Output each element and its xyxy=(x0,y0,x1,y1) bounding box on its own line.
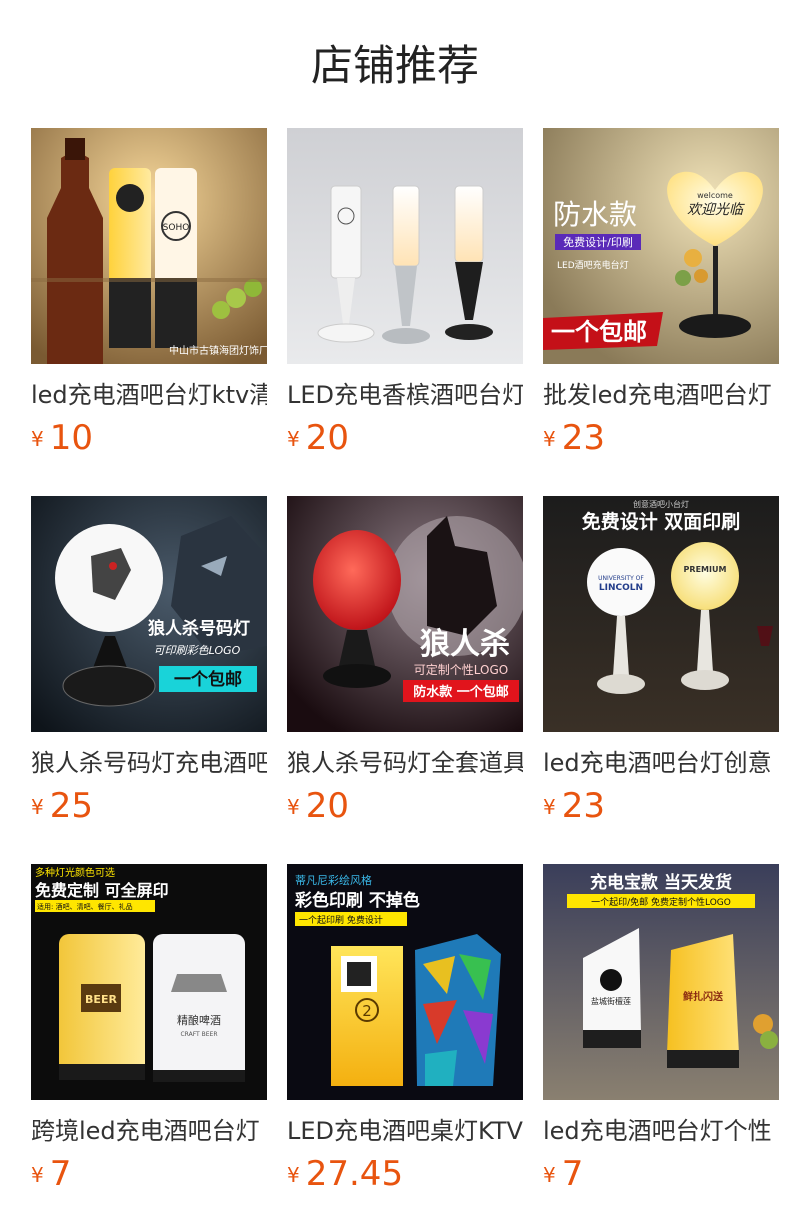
promo-banner: 防水款 一个包邮 xyxy=(413,684,509,700)
price-value: 20 xyxy=(305,418,349,458)
price-value: 7 xyxy=(561,1154,584,1194)
currency-symbol: ¥ xyxy=(287,1163,300,1187)
product-card[interactable]: welcome 欢迎光临 防水款 免费设计/印刷 LED酒吧充电台灯 一个包邮 … xyxy=(543,128,779,468)
product-price: ¥25 xyxy=(31,783,93,829)
currency-symbol: ¥ xyxy=(31,795,44,819)
price-value: 23 xyxy=(561,418,605,458)
price-value: 25 xyxy=(49,786,93,826)
price-value: 20 xyxy=(305,786,349,826)
lamp-logo-text: SOHO xyxy=(163,223,190,233)
shade-small-text: welcome xyxy=(697,191,733,200)
table-number: 2 xyxy=(362,1002,372,1020)
promo-headline: 防水款 xyxy=(553,198,637,231)
product-card[interactable]: LED充电香槟酒吧台灯 ¥20 xyxy=(287,128,523,468)
product-price: ¥20 xyxy=(287,783,349,829)
product-name[interactable]: LED充电香槟酒吧台灯 xyxy=(287,377,523,413)
currency-symbol: ¥ xyxy=(31,427,44,451)
watermark: 中山市古镇海团灯饰厂 xyxy=(169,344,267,357)
currency-symbol: ¥ xyxy=(543,1163,556,1187)
lamp-photo-7: 多种灯光颜色可选 免费定制 可全屏印 适用: 酒吧、清吧、餐厅、礼品 BEER … xyxy=(31,864,267,1100)
promo-sub: 可定制个性LOGO xyxy=(414,662,508,677)
promo-sub: 适用: 酒吧、清吧、餐厅、礼品 xyxy=(37,902,133,911)
promo-sub: 一个起印/免邮 免费定制个性LOGO xyxy=(591,896,731,908)
badge-right: 鲜扎闪送 xyxy=(683,990,724,1003)
price-value: 7 xyxy=(49,1154,72,1194)
product-card[interactable]: 多种灯光颜色可选 免费定制 可全屏印 适用: 酒吧、清吧、餐厅、礼品 BEER … xyxy=(31,864,267,1204)
product-name[interactable]: led充电酒吧台灯ktv清吧 xyxy=(31,377,267,413)
promo-headline: 免费定制 可全屏印 xyxy=(35,881,169,900)
product-price: ¥10 xyxy=(31,415,93,461)
badge-left: 盐城街檀莲 xyxy=(591,996,631,1006)
product-price: ¥27.45 xyxy=(287,1151,403,1197)
product-card[interactable]: 狼人杀号码灯 可印刷彩色LOGO 一个包邮 狼人杀号码灯充电酒吧 ¥25 xyxy=(31,496,267,836)
badge-right: PREMIUM xyxy=(684,565,727,574)
product-name[interactable]: led充电酒吧台灯个性 xyxy=(543,1113,779,1149)
product-price: ¥7 xyxy=(543,1151,583,1197)
promo-top: 多种灯光颜色可选 xyxy=(35,866,115,879)
price-value: 10 xyxy=(49,418,93,458)
currency-symbol: ¥ xyxy=(287,427,300,451)
promo-top: 创意酒吧小台灯 xyxy=(633,499,689,509)
lamp-photo-8: 蒂凡尼彩绘风格 彩色印刷 不掉色 一个起印刷 免费设计 2 xyxy=(287,864,523,1100)
promo-headline: 充电宝款 当天发货 xyxy=(590,872,732,893)
product-price: ¥23 xyxy=(543,783,605,829)
promo-top: 蒂凡尼彩绘风格 xyxy=(295,873,372,887)
product-card[interactable]: 狼人杀 可定制个性LOGO 防水款 一个包邮 狼人杀号码灯全套道具 ¥20 xyxy=(287,496,523,836)
product-image[interactable] xyxy=(287,128,523,364)
price-value: 23 xyxy=(561,786,605,826)
currency-symbol: ¥ xyxy=(543,795,556,819)
product-card[interactable]: 蒂凡尼彩绘风格 彩色印刷 不掉色 一个起印刷 免费设计 2 LED充电酒吧桌灯K… xyxy=(287,864,523,1204)
product-card[interactable]: 充电宝款 当天发货 一个起印/免邮 免费定制个性LOGO 盐城街檀莲 鲜扎闪送 … xyxy=(543,864,779,1204)
badge-small: UNIVERSITY OF xyxy=(598,575,644,582)
product-image[interactable]: 多种灯光颜色可选 免费定制 可全屏印 适用: 酒吧、清吧、餐厅、礼品 BEER … xyxy=(31,864,267,1100)
section-title: 店铺推荐 xyxy=(310,41,479,90)
product-image[interactable]: welcome 欢迎光临 防水款 免费设计/印刷 LED酒吧充电台灯 一个包邮 xyxy=(543,128,779,364)
promo-sub: 免费设计/印刷 xyxy=(563,235,633,249)
lamp-photo-5: 狼人杀 可定制个性LOGO 防水款 一个包邮 xyxy=(287,496,523,732)
product-name[interactable]: LED充电酒吧桌灯KTV xyxy=(287,1113,523,1149)
product-name[interactable]: 狼人杀号码灯全套道具 xyxy=(287,745,523,781)
badge-right: 精酿啤酒 xyxy=(177,1013,221,1027)
product-price: ¥20 xyxy=(287,415,349,461)
currency-symbol: ¥ xyxy=(31,1163,44,1187)
price-value: 27.45 xyxy=(305,1154,404,1194)
product-card[interactable]: 创意酒吧小台灯 免费设计 双面印刷 UNIVERSITY OF LINCOLN … xyxy=(543,496,779,836)
badge-left: BEER xyxy=(85,993,117,1006)
lamp-photo-3: welcome 欢迎光临 防水款 免费设计/印刷 LED酒吧充电台灯 一个包邮 xyxy=(543,128,779,364)
promo-headline: 彩色印刷 不掉色 xyxy=(294,890,420,911)
promo-line: LED酒吧充电台灯 xyxy=(557,259,629,271)
product-image[interactable]: 创意酒吧小台灯 免费设计 双面印刷 UNIVERSITY OF LINCOLN … xyxy=(543,496,779,732)
lamp-photo-9: 充电宝款 当天发货 一个起印/免邮 免费定制个性LOGO 盐城街檀莲 鲜扎闪送 xyxy=(543,864,779,1100)
product-name[interactable]: 狼人杀号码灯充电酒吧 xyxy=(31,745,267,781)
promo-headline: 免费设计 双面印刷 xyxy=(582,510,741,533)
product-image[interactable]: SOHO 中山市古镇海团灯饰厂 xyxy=(31,128,267,364)
lamp-photo-2 xyxy=(287,128,523,364)
product-price: ¥23 xyxy=(543,415,605,461)
product-name[interactable]: 批发led充电酒吧台灯 xyxy=(543,377,779,413)
promo-headline: 狼人杀 xyxy=(420,627,510,662)
badge-left: LINCOLN xyxy=(599,583,643,593)
promo-banner: 一个包邮 xyxy=(174,669,242,690)
promo-headline: 狼人杀号码灯 xyxy=(148,618,250,639)
currency-symbol: ¥ xyxy=(287,795,300,819)
product-image[interactable]: 充电宝款 当天发货 一个起印/免邮 免费定制个性LOGO 盐城街檀莲 鲜扎闪送 xyxy=(543,864,779,1100)
product-card[interactable]: SOHO 中山市古镇海团灯饰厂 led充电酒吧台灯ktv清吧 ¥10 xyxy=(31,128,267,468)
product-image[interactable]: 狼人杀 可定制个性LOGO 防水款 一个包邮 xyxy=(287,496,523,732)
promo-sub: 可印刷彩色LOGO xyxy=(154,644,241,657)
product-price: ¥7 xyxy=(31,1151,71,1197)
badge-right-sub: CRAFT BEER xyxy=(180,1031,217,1038)
lamp-photo-4: 狼人杀号码灯 可印刷彩色LOGO 一个包邮 xyxy=(31,496,267,732)
shade-text: 欢迎光临 xyxy=(687,202,745,218)
product-image[interactable]: 蒂凡尼彩绘风格 彩色印刷 不掉色 一个起印刷 免费设计 2 xyxy=(287,864,523,1100)
product-name[interactable]: led充电酒吧台灯创意 xyxy=(543,745,779,781)
promo-banner: 一个包邮 xyxy=(551,318,647,346)
lamp-photo-6: 创意酒吧小台灯 免费设计 双面印刷 UNIVERSITY OF LINCOLN … xyxy=(543,496,779,732)
lamp-photo-1: SOHO 中山市古镇海团灯饰厂 xyxy=(31,128,267,364)
currency-symbol: ¥ xyxy=(543,427,556,451)
promo-sub: 一个起印刷 免费设计 xyxy=(299,914,383,926)
product-name[interactable]: 跨境led充电酒吧台灯 xyxy=(31,1113,267,1149)
product-image[interactable]: 狼人杀号码灯 可印刷彩色LOGO 一个包邮 xyxy=(31,496,267,732)
